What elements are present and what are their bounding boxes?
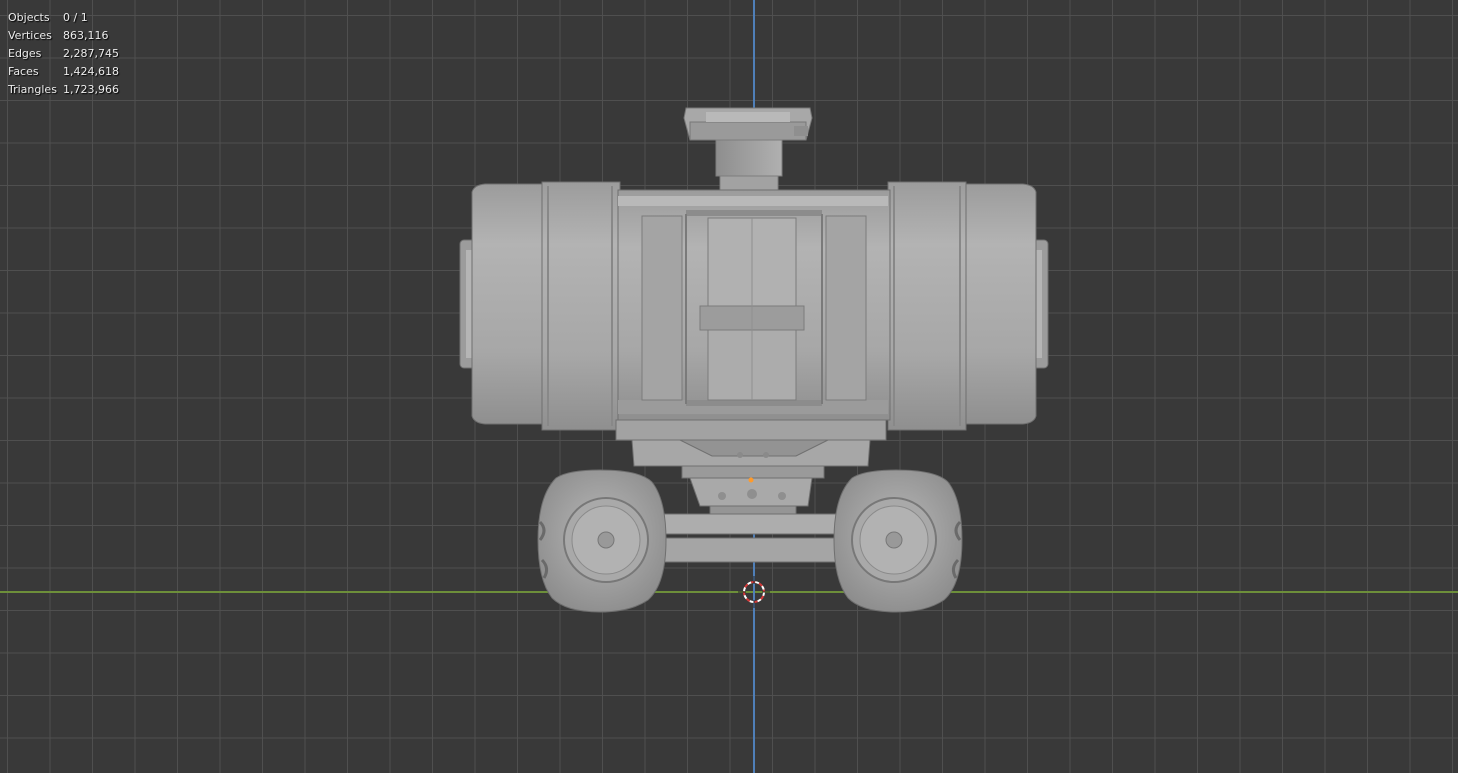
stat-row-triangles: Triangles 1,723,966 — [8, 81, 119, 99]
triangles-label: Triangles — [8, 83, 57, 96]
stat-row-vertices: Vertices 863,116 — [8, 27, 119, 45]
3d-cursor-icon[interactable] — [0, 0, 1458, 773]
scene-statistics-overlay: Objects 0 / 1 Vertices 863,116 Edges 2,2… — [8, 9, 119, 99]
edges-label: Edges — [8, 47, 42, 60]
objects-value: 0 / 1 — [63, 11, 88, 24]
vertices-label: Vertices — [8, 29, 52, 42]
3d-viewport[interactable]: Objects 0 / 1 Vertices 863,116 Edges 2,2… — [0, 0, 1458, 773]
stat-row-objects: Objects 0 / 1 — [8, 9, 119, 27]
edges-value: 2,287,745 — [63, 47, 119, 60]
faces-value: 1,424,618 — [63, 65, 119, 78]
objects-label: Objects — [8, 11, 50, 24]
stat-row-edges: Edges 2,287,745 — [8, 45, 119, 63]
vertices-value: 863,116 — [63, 29, 109, 42]
stat-row-faces: Faces 1,424,618 — [8, 63, 119, 81]
triangles-value: 1,723,966 — [63, 83, 119, 96]
faces-label: Faces — [8, 65, 39, 78]
